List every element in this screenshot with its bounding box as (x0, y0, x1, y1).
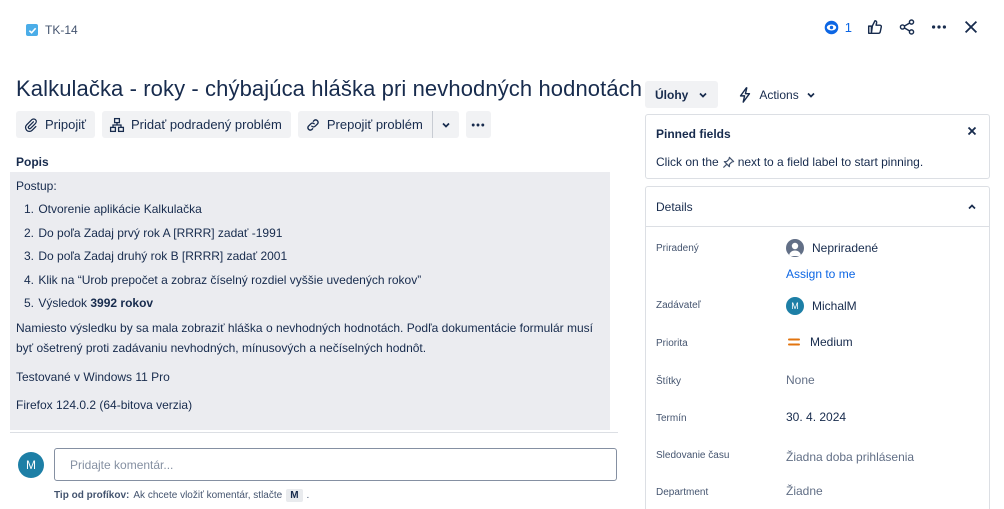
watchers-count: 1 (844, 19, 852, 35)
department-label: Department (656, 487, 709, 498)
link-issue-split-button: Prepojiť problém (297, 111, 459, 138)
description-heading: Popis (16, 155, 49, 169)
status-actions-bar: Úlohy Actions (645, 81, 822, 108)
attach-label: Pripojiť (45, 117, 86, 132)
result-value: 3992 rokov (90, 296, 154, 310)
chevron-down-icon (441, 120, 451, 130)
tested-browser: Firefox 124.0.2 (64-bitova verzia) (16, 398, 193, 412)
link-issue-dropdown-button[interactable] (431, 111, 459, 138)
status-label: Úlohy (655, 87, 689, 102)
add-child-label: Pridať podradený problém (131, 117, 282, 132)
pinned-fields-hint: Click on the next to a field label to st… (656, 155, 924, 169)
assignee-field[interactable]: Nepriradené (786, 239, 878, 257)
department-value[interactable]: Žiadne (786, 484, 823, 498)
add-child-issue-button[interactable]: Pridať podradený problém (102, 111, 291, 138)
link-issue-label: Prepojiť problém (326, 117, 423, 132)
issue-breadcrumb[interactable]: TK-14 (26, 23, 78, 37)
time-tracking-label: Sledovanie času (656, 450, 730, 461)
task-type-icon (26, 24, 38, 36)
eye-icon (823, 19, 840, 36)
issue-title[interactable]: Kalkulačka - roky - chýbajúca hláška pri… (16, 76, 642, 102)
close-icon[interactable] (962, 18, 980, 36)
unassigned-avatar-icon (786, 239, 804, 257)
reporter-value: MichalM (812, 299, 857, 313)
issue-actions-row: Pripojiť Pridať podradený problém Prepoj… (16, 111, 491, 138)
priority-field[interactable]: Medium (786, 335, 853, 349)
actions-label: Actions (759, 87, 799, 102)
close-icon[interactable] (967, 126, 977, 136)
assign-to-me-link[interactable]: Assign to me (786, 267, 855, 281)
assignee-label: Priradený (656, 243, 699, 254)
keyboard-shortcut: M (286, 489, 303, 502)
list-item: 5. Výsledok 3992 rokov (24, 296, 154, 310)
list-item: 2. Do poľa Zadaj prvý rok A [RRRR] zadať… (24, 225, 283, 240)
labels-label: Štítky (656, 376, 682, 387)
link-icon (305, 117, 321, 133)
priority-label: Priorita (656, 338, 688, 349)
reporter-label: Zadávateľ (656, 300, 701, 311)
due-date-label: Termín (656, 413, 687, 424)
due-date-value[interactable]: 30. 4. 2024 (786, 410, 846, 424)
comment-input[interactable] (54, 448, 617, 481)
tested-os: Testované v Windows 11 Pro (16, 370, 170, 384)
priority-value: Medium (810, 335, 853, 349)
time-tracking-value[interactable]: Žiadna doba prihlásenia (786, 450, 914, 464)
more-options-icon[interactable] (930, 18, 948, 36)
chevron-down-icon (806, 90, 816, 100)
details-title: Details (656, 199, 693, 214)
steps-list: 1. Otvorenie aplikácie Kalkulačka 2. Do … (16, 200, 604, 312)
avatar: M (786, 297, 804, 315)
divider (10, 432, 618, 433)
list-item: 3. Do poľa Zadaj druhý rok B [RRRR] zada… (24, 249, 288, 263)
issue-key[interactable]: TK-14 (45, 23, 78, 37)
labels-value[interactable]: None (786, 373, 815, 387)
lightning-icon (738, 86, 752, 103)
more-options-icon (470, 117, 486, 133)
list-item: 4. Klik na “Urob prepočet a zobraz čísel… (24, 272, 422, 287)
child-issue-icon (109, 117, 125, 133)
pinned-fields-panel: Pinned fields Click on the next to a fie… (645, 114, 990, 179)
tip-text: Ak chcete vložiť komentár, stlačte (133, 490, 283, 501)
description-intro: Postup: (16, 179, 57, 193)
status-dropdown[interactable]: Úlohy (645, 81, 719, 108)
tip-title: Tip od profíkov: (54, 490, 130, 501)
assignee-value: Nepriradené (812, 241, 879, 255)
top-bar: TK-14 1 (0, 0, 1004, 60)
pinned-fields-title: Pinned fields (656, 127, 731, 141)
pro-tip: Tip od profíkov: Ak chcete vložiť koment… (54, 489, 310, 502)
paperclip-icon (23, 117, 39, 133)
link-issue-button[interactable]: Prepojiť problém (297, 111, 432, 138)
description-paragraph: Namiesto výsledku by sa mala zobraziť hl… (16, 321, 593, 355)
watch-button[interactable]: 1 (823, 19, 852, 36)
issue-top-actions: 1 (823, 18, 980, 36)
attach-button[interactable]: Pripojiť (16, 111, 95, 138)
like-icon[interactable] (866, 18, 884, 36)
share-icon[interactable] (898, 18, 916, 36)
details-header[interactable]: Details (646, 187, 989, 227)
actions-dropdown[interactable]: Actions (732, 81, 821, 108)
chevron-down-icon (698, 90, 708, 100)
avatar: M (18, 452, 44, 478)
more-actions-button[interactable] (465, 111, 491, 138)
pin-icon (722, 156, 735, 169)
chevron-up-icon[interactable] (967, 202, 977, 212)
reporter-field[interactable]: M MichalM (786, 297, 857, 315)
list-item: 1. Otvorenie aplikácie Kalkulačka (24, 202, 202, 216)
priority-medium-icon (786, 336, 802, 348)
description-body[interactable]: Postup: 1. Otvorenie aplikácie Kalkulačk… (10, 172, 610, 430)
details-panel: Details Priradený Nepriradené Assign to … (645, 186, 990, 509)
